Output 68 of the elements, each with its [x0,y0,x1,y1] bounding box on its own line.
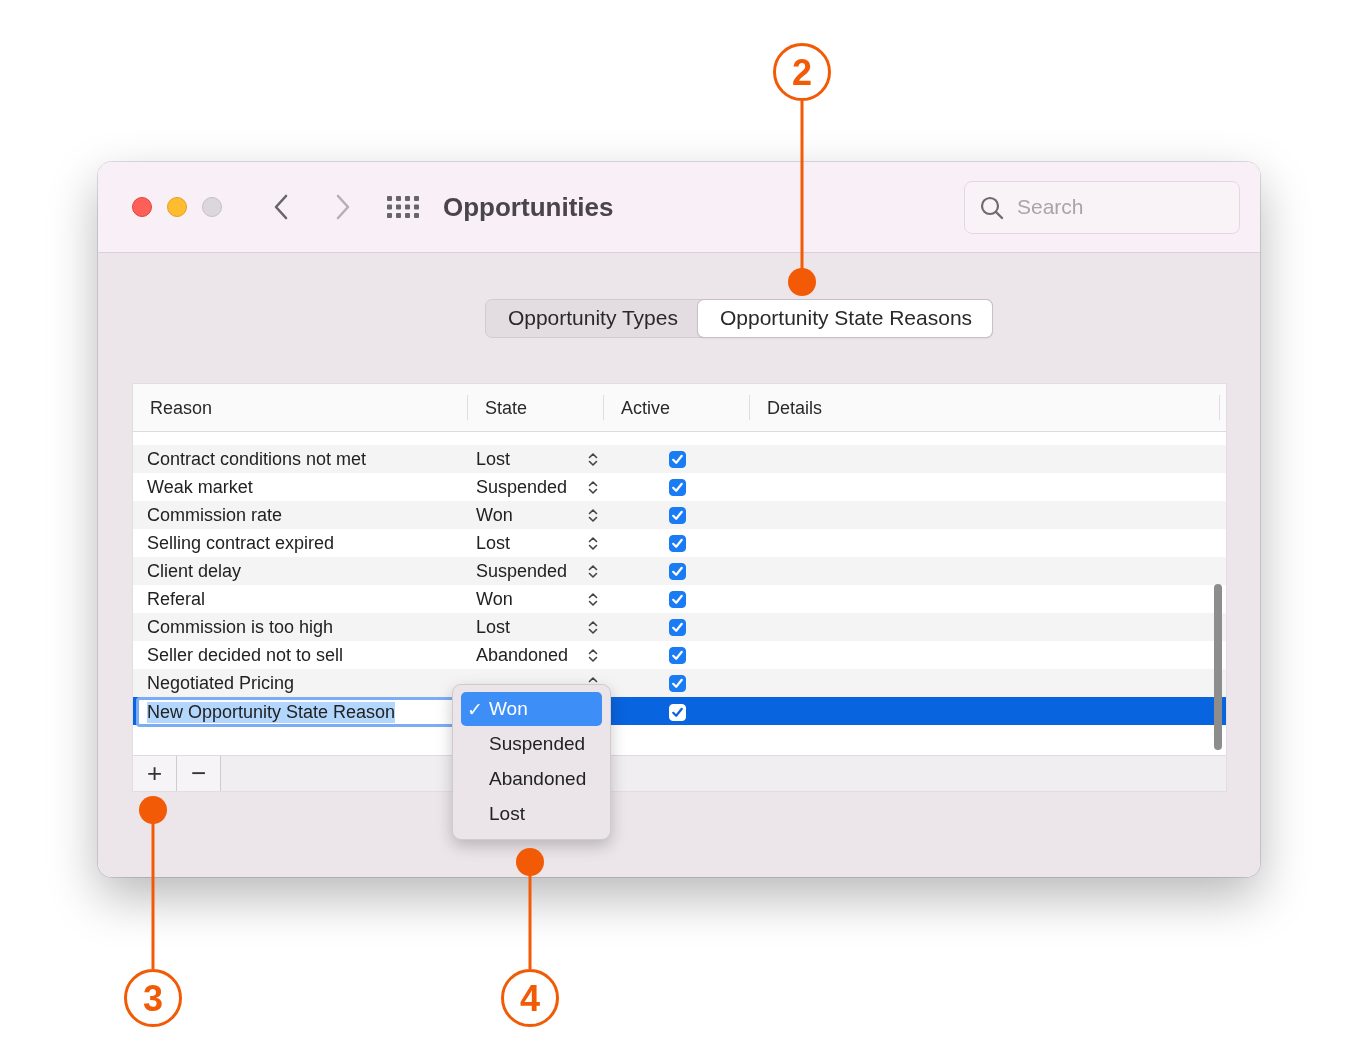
table-cell-text: Referal [146,588,206,609]
column-header[interactable]: Reason [133,396,213,419]
window-title: Opportunities [443,191,614,223]
checkbox[interactable] [668,450,686,468]
checkbox[interactable] [668,646,686,664]
table-cell: Lost [476,616,511,638]
table-cell-text: Seller decided not to sell [146,644,344,665]
callout-number: 3 [143,978,163,1019]
table-cell-text: Selling contract expired [146,532,335,553]
table-cell: Lost [476,532,511,554]
checkbox[interactable] [668,674,686,692]
table-cell-text: Weak market [146,476,253,497]
table-row[interactable]: Commission is too high Lost [133,613,1226,641]
menu-item[interactable]: Lost [461,797,602,831]
remove-button[interactable]: − [177,756,221,791]
back-icon[interactable] [273,194,289,220]
callout-circle [124,969,182,1027]
table-row[interactable]: Referal Won [133,585,1226,613]
callout-circle [501,969,559,1027]
callout-number: 4 [520,978,540,1019]
table-row[interactable]: Contract conditions not met Lost [133,445,1226,473]
stepper-icon[interactable] [588,535,598,551]
table-row[interactable]: Negotiated Pricing [133,669,1226,697]
table-row[interactable]: Client delay Suspended [133,557,1226,585]
add-button[interactable]: + [133,756,177,791]
table-cell: Won [476,504,513,526]
checkbox[interactable] [668,590,686,608]
checkbox[interactable] [668,478,686,496]
menu-item[interactable]: Abandoned [461,762,602,796]
tab[interactable]: Opportunity Types [485,300,698,337]
callout-number: 2 [792,52,812,93]
column-header[interactable]: State [468,396,528,419]
column-header[interactable]: Details [750,396,823,419]
checkbox[interactable] [668,562,686,580]
table-cell: Suspended [476,560,568,582]
scrollbar[interactable] [1214,584,1222,750]
table-cell-text: Client delay [146,560,242,581]
menu-item[interactable]: Suspended [461,727,602,761]
grid-icon[interactable] [387,196,419,218]
search-icon [980,195,1004,220]
stepper-icon[interactable] [588,591,598,607]
table-row[interactable]: Selling contract expired Lost [133,529,1226,557]
stepper-icon[interactable] [588,563,598,579]
check-mark: ✓ [467,698,483,720]
table-row[interactable]: Weak market Suspended [133,473,1226,501]
table-row[interactable]: Commission rate Won [133,501,1226,529]
table-row[interactable]: Seller decided not to sell Abandoned [133,641,1226,669]
callout-circle [773,43,831,101]
stepper-icon[interactable] [588,647,598,663]
close-button[interactable] [132,197,152,217]
table-cell-text: Contract conditions not met [146,448,367,469]
table-cell-text: Negotiated Pricing [146,672,295,693]
stepper-icon[interactable] [588,451,598,467]
table-cell: Lost [476,448,511,470]
checkbox[interactable] [668,618,686,636]
table-cell-text: Commission rate [146,504,283,525]
stepper-icon[interactable] [588,507,598,523]
table-cell: Suspended [476,476,568,498]
checkbox[interactable] [668,534,686,552]
checkbox[interactable] [668,506,686,524]
table-cell-text: Commission is too high [146,616,334,637]
table-cell: Abandoned [476,644,569,666]
table-cell: Won [476,588,513,610]
stepper-icon[interactable] [588,619,598,635]
stepper-icon[interactable] [588,479,598,495]
column-header[interactable]: Active [604,396,671,419]
search-field[interactable]: Search [964,180,1240,234]
tab[interactable]: Opportunity State Reasons [697,300,993,337]
